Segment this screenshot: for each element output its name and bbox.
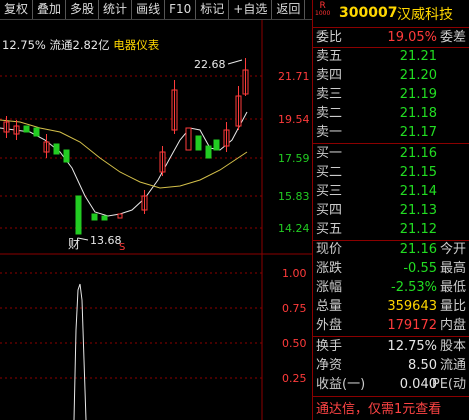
volume-axis-label: 0.50 xyxy=(282,337,307,350)
stat-row-price: 现价 21.16 今开 xyxy=(316,242,466,257)
float-cap: 流通2.82亿 xyxy=(49,38,110,52)
price-axis-label: 15.83 xyxy=(278,190,310,203)
toolbar-button-draw-line[interactable]: 画线 xyxy=(132,0,166,19)
s-marker: S xyxy=(119,242,125,253)
toolbar-button-multi-stock[interactable]: 多股 xyxy=(66,0,100,19)
toolbar-button-statistics[interactable]: 统计 xyxy=(99,0,133,19)
promo-footer[interactable]: 通达信，仅需1元查看 xyxy=(316,398,441,417)
volume-axis-label: 0.75 xyxy=(282,302,307,315)
high-price-label: 22.68 xyxy=(194,58,226,71)
turnover-rate: 12.75% xyxy=(2,38,46,52)
stat-row-eps: 收益(一) 0.040 PE(动 xyxy=(316,377,466,392)
industry: 电器仪表 xyxy=(113,38,160,52)
toolbar-button-add-watchlist[interactable]: +自选 xyxy=(229,0,273,19)
buy-row[interactable]: 买三 21.14 xyxy=(313,182,469,201)
chart-toolbar: 复权 叠加 多股 统计 画线 F10 标记 +自选 返回 xyxy=(0,0,312,20)
margin-badge: R 1000 xyxy=(315,1,331,18)
price-axis-label: 17.59 xyxy=(278,152,310,165)
buy-row[interactable]: 买四 21.13 xyxy=(313,201,469,220)
sell-row[interactable]: 卖五 21.21 xyxy=(313,47,469,66)
price-axis-label: 21.71 xyxy=(278,70,310,83)
stock-name: 汉威科技 xyxy=(397,7,453,23)
stat-row-change: 涨跌 -0.55 最高 xyxy=(316,261,466,276)
volume-spike-line xyxy=(73,283,87,420)
toolbar-button-overlay[interactable]: 叠加 xyxy=(33,0,67,19)
price-axis-label: 14.24 xyxy=(278,222,310,235)
sell-row[interactable]: 卖二 21.18 xyxy=(313,104,469,123)
low-price-label: 13.68 xyxy=(90,234,122,247)
cai-marker: 财 xyxy=(68,237,80,251)
kline-chart[interactable]: 22.68 13.68 财 S 21.71 19.54 17.59 15.83 … xyxy=(0,20,312,420)
sell-row[interactable]: 卖一 21.17 xyxy=(313,123,469,142)
price-axis-label: 19.54 xyxy=(278,113,310,126)
buy-row[interactable]: 买五 21.12 xyxy=(313,220,469,239)
stock-info-line: 12.75% 流通2.82亿 电器仪表 xyxy=(2,37,159,53)
volume-axis-label: 1.00 xyxy=(282,267,307,280)
stat-row-outer: 外盘 179172 内盘 xyxy=(316,318,466,333)
buy-row[interactable]: 买二 21.15 xyxy=(313,163,469,182)
buy-row[interactable]: 买一 21.16 xyxy=(313,144,469,163)
volume-axis-label: 0.25 xyxy=(282,372,307,385)
stat-row-net-assets: 净资 8.50 流通 xyxy=(316,358,466,373)
stat-row-turnover: 换手 12.75% 股本 xyxy=(316,339,466,354)
stat-row-volume: 总量 359643 量比 xyxy=(316,299,466,314)
toolbar-button-f10[interactable]: F10 xyxy=(165,0,197,19)
quote-panel: R 1000 300007 汉威科技 委比 19.05% 委差 卖五 21.21… xyxy=(313,0,469,420)
toolbar-button-fuquan[interactable]: 复权 xyxy=(0,0,34,19)
quote-header: R 1000 300007 汉威科技 xyxy=(313,0,469,27)
stat-row-change-pct: 涨幅 -2.53% 最低 xyxy=(316,280,466,295)
toolbar-button-mark[interactable]: 标记 xyxy=(196,0,230,19)
stock-code: 300007 xyxy=(339,5,398,21)
sell-row[interactable]: 卖四 21.20 xyxy=(313,66,469,85)
weibi-value: 19.05% xyxy=(387,30,437,45)
sell-row[interactable]: 卖三 21.19 xyxy=(313,85,469,104)
weibi-row: 委比 19.05% 委差 xyxy=(316,30,466,45)
toolbar-button-back[interactable]: 返回 xyxy=(272,0,306,19)
